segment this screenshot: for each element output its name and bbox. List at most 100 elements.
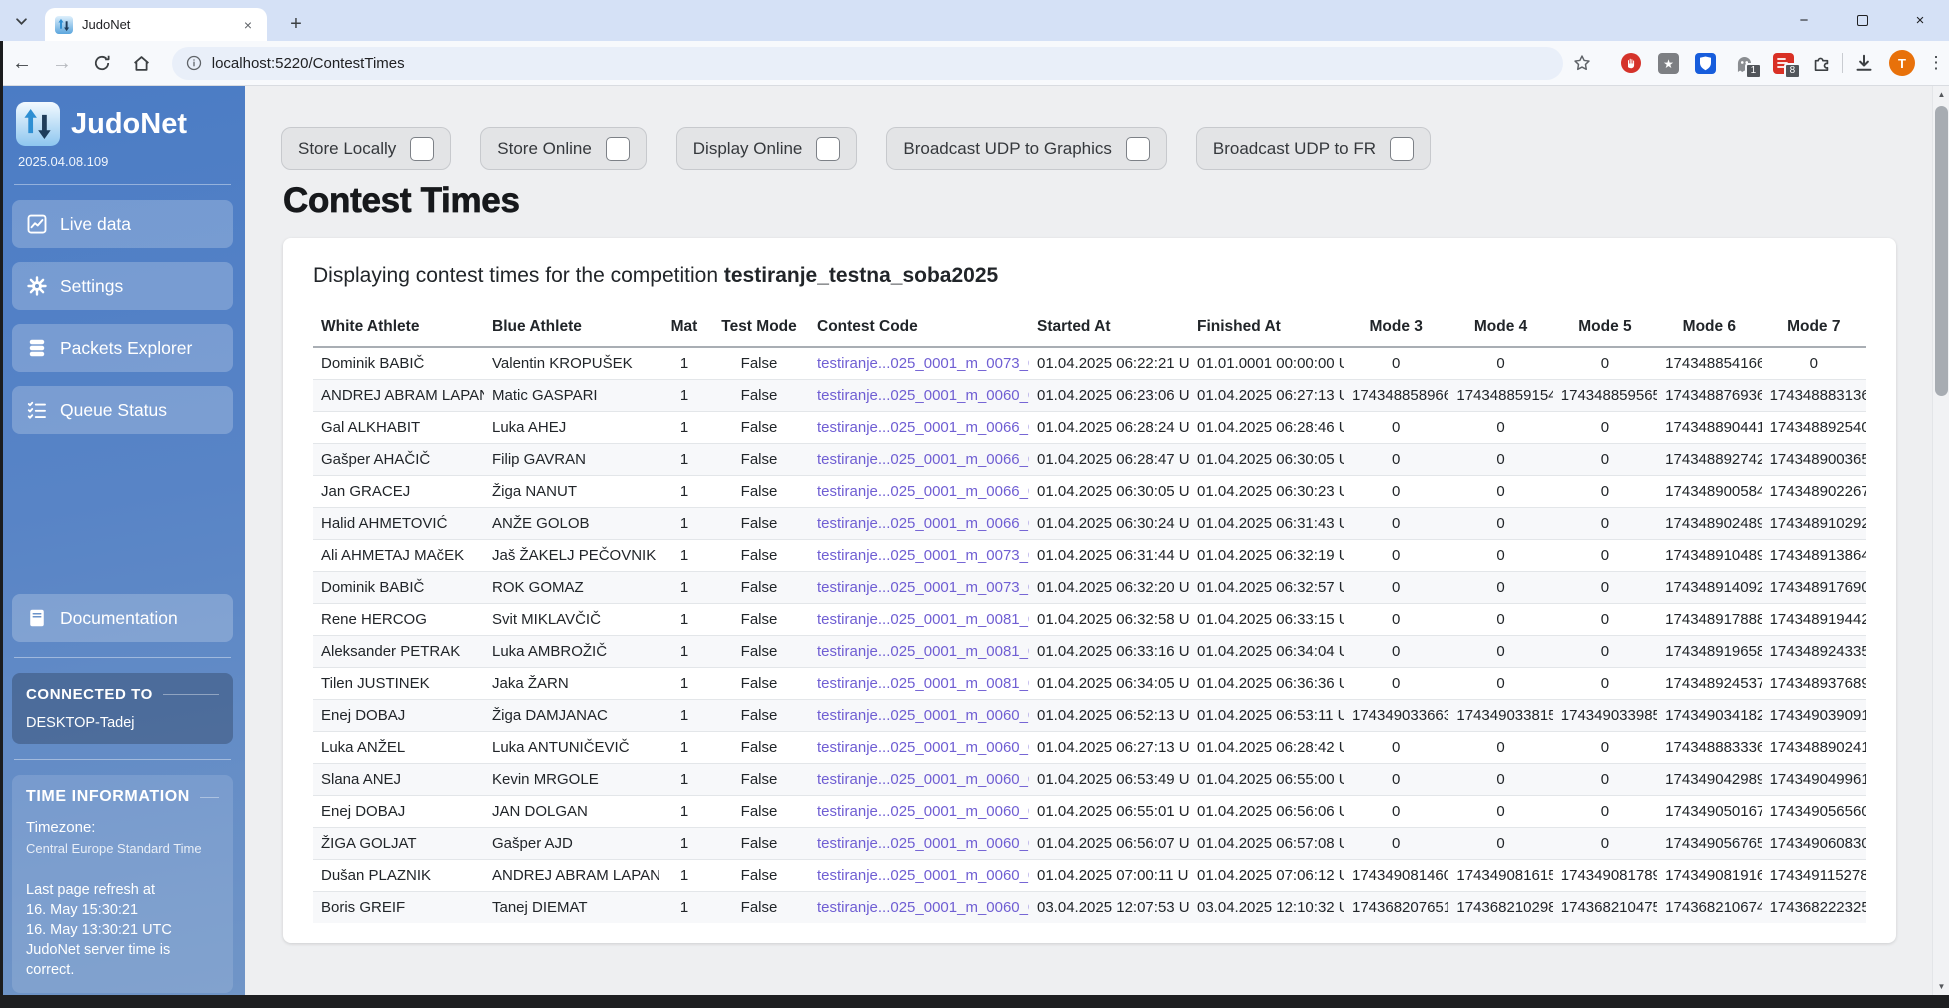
cell-mode-4: 1743682102988 (1448, 892, 1552, 924)
cell-mode-5: 0 (1553, 540, 1657, 572)
sidebar-item-queue-status[interactable]: Queue Status (12, 386, 233, 434)
checkbox[interactable] (816, 137, 840, 161)
sidebar-item-documentation[interactable]: Documentation (12, 594, 233, 642)
cell-mat: 1 (659, 732, 709, 764)
scrollbar-up-arrow[interactable]: ▲ (1933, 86, 1949, 103)
cell-white-athlete: Gašper AHAČIČ (313, 444, 484, 476)
scrollbar-thumb[interactable] (1935, 106, 1948, 396)
sidebar-item-settings[interactable]: Settings (12, 262, 233, 310)
contest-code-link[interactable]: testiranje...025_0001_m_0060_0021 (817, 899, 1029, 916)
sidebar-item-label: Queue Status (60, 400, 167, 421)
checkbox[interactable] (606, 137, 630, 161)
table-row: Aleksander PETRAKLuka AMBROŽIČ1Falsetest… (313, 636, 1866, 668)
window-minimize-button[interactable]: − (1775, 0, 1833, 41)
cell-finished-at: 01.04.2025 06:36:36 UTC (1189, 668, 1344, 700)
tab-close-icon[interactable]: × (239, 16, 257, 34)
cell-test-mode: False (709, 732, 809, 764)
address-bar[interactable]: localhost:5220/ContestTimes (172, 47, 1564, 80)
contest-code-link[interactable]: testiranje...025_0001_m_0073_0005 (817, 579, 1029, 596)
contest-code-link[interactable]: testiranje...025_0001_m_0066_0005 (817, 483, 1029, 500)
cell-mat: 1 (659, 668, 709, 700)
cell-contest-code: testiranje...025_0001_m_0081_0002 (809, 636, 1029, 668)
toggle-store-locally[interactable]: Store Locally (281, 127, 451, 170)
cell-started-at: 01.04.2025 06:52:13 UTC (1029, 700, 1189, 732)
site-info-icon[interactable] (186, 55, 202, 71)
contest-code-link[interactable]: testiranje...025_0001_m_0060_0018 (817, 803, 1029, 820)
page-scrollbar[interactable]: ▲ ▼ (1932, 86, 1949, 995)
cell-mode-7: 1743490499619 (1762, 764, 1866, 796)
checkbox[interactable] (410, 137, 434, 161)
star-extension-icon[interactable]: ★ (1656, 51, 1680, 75)
contest-code-link[interactable]: testiranje...025_0001_m_0060_0015 (817, 739, 1029, 756)
checkbox[interactable] (1126, 137, 1150, 161)
cell-white-athlete: Dominik BABIČ (313, 572, 484, 604)
contest-code-link[interactable]: testiranje...025_0001_m_0066_0003 (817, 451, 1029, 468)
window-close-button[interactable]: × (1891, 0, 1949, 41)
contest-code-link[interactable]: testiranje...025_0001_m_0081_0002 (817, 643, 1029, 660)
contest-code-link[interactable]: testiranje...025_0001_m_0073_0001 (817, 547, 1029, 564)
toggle-broadcast-udp-to-graphics[interactable]: Broadcast UDP to Graphics (886, 127, 1167, 170)
cell-contest-code: testiranje...025_0001_m_0060_0018 (809, 796, 1029, 828)
forward-button[interactable]: → (44, 45, 80, 81)
contest-code-link[interactable]: testiranje...025_0001_m_0060_0019 (817, 835, 1029, 852)
sidebar-item-live-data[interactable]: Live data (12, 200, 233, 248)
cell-white-athlete: Slana ANEJ (313, 764, 484, 796)
cell-white-athlete: Enej DOBAJ (313, 796, 484, 828)
toggle-store-online[interactable]: Store Online (480, 127, 647, 170)
app-version: 2025.04.08.109 (18, 154, 233, 169)
cell-mode-5: 0 (1553, 828, 1657, 860)
cell-mode-7: 1743489376891 (1762, 668, 1866, 700)
contest-code-link[interactable]: testiranje...025_0001_m_0081_0003 (817, 675, 1029, 692)
contest-code-link[interactable]: testiranje...025_0001_m_0081_0001 (817, 611, 1029, 628)
bookmark-star-button[interactable] (1569, 50, 1595, 76)
red-extension-icon[interactable]: 8 (1771, 51, 1795, 75)
cell-mat: 1 (659, 508, 709, 540)
cell-mode-3: 1743682076514 (1344, 892, 1448, 924)
contest-code-link[interactable]: testiranje...025_0001_m_0060_0017 (817, 771, 1029, 788)
browser-menu-button[interactable]: ⋮ (1923, 50, 1949, 76)
profile-avatar[interactable]: T (1889, 50, 1915, 76)
checkbox[interactable] (1390, 137, 1414, 161)
toggle-label: Broadcast UDP to FR (1213, 139, 1376, 159)
ghostery-extension-icon[interactable]: 1 (1732, 51, 1756, 75)
scrollbar-down-arrow[interactable]: ▼ (1933, 978, 1949, 995)
back-button[interactable]: ← (4, 45, 40, 81)
downloads-button[interactable] (1851, 50, 1877, 76)
sidebar: JudoNet 2025.04.08.109 Live dataSettings… (0, 86, 245, 995)
contest-code-link[interactable]: testiranje...025_0001_m_0060_0005 (817, 387, 1029, 404)
connected-host: DESKTOP-Tadej (26, 715, 219, 731)
reload-button[interactable] (84, 45, 120, 81)
sidebar-item-packets-explorer[interactable]: Packets Explorer (12, 324, 233, 372)
window-maximize-button[interactable] (1833, 0, 1891, 41)
contest-code-link[interactable]: testiranje...025_0001_m_0060_0003 (817, 707, 1029, 724)
cell-started-at: 01.04.2025 06:33:16 UTC (1029, 636, 1189, 668)
table-row: Slana ANEJKevin MRGOLE1Falsetestiranje..… (313, 764, 1866, 796)
extensions-menu-button[interactable] (1808, 50, 1834, 76)
contest-code-link[interactable]: testiranje...025_0001_m_0073_0003 (817, 355, 1029, 372)
contest-code-link[interactable]: testiranje...025_0001_m_0060_0020 (817, 867, 1029, 884)
cell-mat: 1 (659, 828, 709, 860)
book-icon (27, 608, 47, 628)
cell-started-at: 01.04.2025 06:32:58 UTC (1029, 604, 1189, 636)
cell-mat: 1 (659, 764, 709, 796)
cell-blue-athlete: ANDREJ ABRAM LAPANJA (484, 860, 659, 892)
bitwarden-extension-icon[interactable] (1693, 51, 1717, 75)
contest-code-link[interactable]: testiranje...025_0001_m_0066_0001 (817, 419, 1029, 436)
column-header-contest-code: Contest Code (809, 312, 1029, 347)
home-button[interactable] (124, 45, 160, 81)
new-tab-button[interactable]: + (282, 10, 310, 38)
kebab-menu-icon: ⋮ (1927, 53, 1944, 73)
browser-tab-judonet[interactable]: JudoNet × (45, 8, 267, 41)
refresh-utc-time: 16. May 13:30:21 UTC (26, 920, 219, 940)
cell-finished-at: 03.04.2025 12:10:32 UTC (1189, 892, 1344, 924)
adblock-extension-icon[interactable] (1619, 51, 1643, 75)
contest-code-link[interactable]: testiranje...025_0001_m_0066_0007 (817, 515, 1029, 532)
tab-title: JudoNet (82, 17, 230, 32)
toggle-broadcast-udp-to-fr[interactable]: Broadcast UDP to FR (1196, 127, 1431, 170)
cell-white-athlete: Boris GREIF (313, 892, 484, 924)
tab-search-button[interactable] (8, 8, 34, 34)
toggle-display-online[interactable]: Display Online (676, 127, 858, 170)
red-extension-badge: 8 (1784, 63, 1802, 79)
cell-blue-athlete: ROK GOMAZ (484, 572, 659, 604)
cell-mode-3: 0 (1344, 540, 1448, 572)
